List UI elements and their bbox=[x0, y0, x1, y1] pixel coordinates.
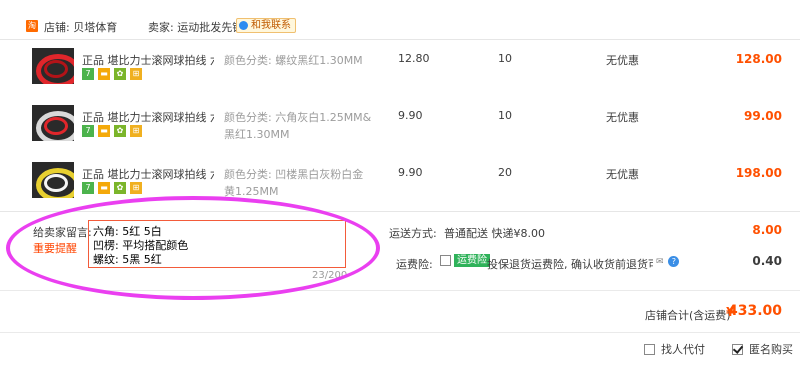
order-item: 正品 堪比力士滚网球拍线 六棱... 7 ▬ ✿ ⊞ 颜色分类: 凹楼黑白灰粉白金黄1… bbox=[0, 154, 800, 211]
seller-name[interactable]: 卖家: 运动批发先锋 bbox=[148, 19, 243, 35]
message-char-count: 23/200 bbox=[312, 270, 348, 281]
options-divider bbox=[0, 332, 800, 333]
insurance-info: ✉ ? bbox=[656, 256, 680, 267]
message-line: 螺纹: 5黑 5红 bbox=[93, 253, 162, 266]
total-divider bbox=[0, 290, 800, 291]
message-icon[interactable]: ✉ bbox=[656, 257, 664, 267]
product-title[interactable]: 正品 堪比力士滚网球拍线 六棱... bbox=[82, 109, 214, 125]
unit-price: 12.80 bbox=[398, 52, 430, 65]
promotion: 无优惠 bbox=[606, 111, 639, 124]
unit-price: 9.90 bbox=[398, 166, 423, 179]
product-title[interactable]: 正品 堪比力士滚网球拍线 六棱... bbox=[82, 166, 214, 182]
message-line: 凹楞: 平均搭配颜色 bbox=[93, 239, 189, 252]
product-thumbnail[interactable] bbox=[32, 105, 74, 141]
insurance-checkbox[interactable] bbox=[440, 255, 451, 266]
item-subtotal: 128.00 bbox=[735, 52, 782, 66]
product-sku: 颜色分类: 螺纹黑红1.30MM bbox=[224, 54, 363, 67]
proxy-pay-label: 找人代付 bbox=[661, 343, 705, 356]
message-label: 给卖家留言: bbox=[33, 226, 92, 239]
proxy-pay-checkbox[interactable] bbox=[644, 344, 655, 355]
leaf-icon[interactable]: ✿ bbox=[114, 125, 126, 137]
shipping-fee: 8.00 bbox=[752, 223, 782, 237]
shipping-method[interactable]: 普通配送 快递¥8.00 bbox=[444, 225, 545, 241]
insurance-tag: 运费险 bbox=[454, 254, 490, 267]
shop-total-value: 433.00 bbox=[727, 303, 782, 319]
proxy-pay-option[interactable]: 找人代付 bbox=[644, 341, 705, 357]
anonymous-label: 匿名购买 bbox=[749, 343, 793, 356]
chat-icon bbox=[239, 21, 248, 30]
product-thumbnail[interactable] bbox=[32, 48, 74, 84]
shop-logo-icon: 淘 bbox=[26, 20, 38, 32]
section-divider bbox=[0, 211, 800, 212]
shield-icon[interactable]: ⊞ bbox=[130, 182, 142, 194]
leaf-icon[interactable]: ✿ bbox=[114, 182, 126, 194]
shield-icon[interactable]: ⊞ bbox=[130, 68, 142, 80]
service-badges: 7 ▬ ✿ ⊞ bbox=[82, 182, 146, 194]
credit-card-icon[interactable]: ▬ bbox=[98, 182, 110, 194]
product-title[interactable]: 正品 堪比力士滚网球拍线 六棱... bbox=[82, 52, 214, 68]
important-reminder: 重要提醒 bbox=[33, 242, 77, 255]
insurance-label: 运费险: bbox=[396, 258, 433, 271]
seven-day-return-icon[interactable]: 7 bbox=[82, 182, 94, 194]
shipping-label: 运送方式: bbox=[389, 227, 437, 240]
anonymous-checkbox[interactable] bbox=[732, 344, 743, 355]
seven-day-return-icon[interactable]: 7 bbox=[82, 125, 94, 137]
seven-day-return-icon[interactable]: 7 bbox=[82, 68, 94, 80]
quantity: 20 bbox=[498, 166, 512, 179]
seller-message-textarea[interactable]: 六角: 5红 5白 凹楞: 平均搭配颜色 螺纹: 5黑 5红 bbox=[88, 220, 346, 268]
credit-card-icon[interactable]: ▬ bbox=[98, 68, 110, 80]
service-badges: 7 ▬ ✿ ⊞ bbox=[82, 68, 146, 80]
shop-total-label: 店铺合计(含运费) bbox=[645, 309, 731, 322]
shop-name[interactable]: 店铺: 贝塔体育 bbox=[44, 19, 117, 35]
service-badges: 7 ▬ ✿ ⊞ bbox=[82, 125, 146, 137]
promotion: 无优惠 bbox=[606, 168, 639, 181]
help-icon[interactable]: ? bbox=[668, 256, 680, 267]
contact-seller-label: 和我联系 bbox=[251, 20, 291, 31]
message-line: 六角: 5红 5白 bbox=[93, 225, 162, 238]
leaf-icon[interactable]: ✿ bbox=[114, 68, 126, 80]
item-subtotal: 198.00 bbox=[735, 166, 782, 180]
anonymous-option[interactable]: 匿名购买 bbox=[732, 341, 793, 357]
insurance-fee: 0.40 bbox=[752, 254, 782, 268]
shield-icon[interactable]: ⊞ bbox=[130, 125, 142, 137]
order-item: 正品 堪比力士滚网球拍线 六棱... 7 ▬ ✿ ⊞ 颜色分类: 螺纹黑红1.30MM… bbox=[0, 40, 800, 97]
credit-card-icon[interactable]: ▬ bbox=[98, 125, 110, 137]
promotion: 无优惠 bbox=[606, 54, 639, 67]
quantity: 10 bbox=[498, 52, 512, 65]
item-subtotal: 99.00 bbox=[744, 109, 782, 123]
order-item: 正品 堪比力士滚网球拍线 六棱... 7 ▬ ✿ ⊞ 颜色分类: 六角灰白1.25MM… bbox=[0, 97, 800, 154]
insurance-description: 投保退货运费险, 确认收货前退货可赔... bbox=[487, 258, 653, 271]
product-sku: 颜色分类: 六角灰白1.25MM&黑红1.30MM bbox=[224, 111, 372, 141]
contact-seller-button[interactable]: 和我联系 bbox=[236, 18, 296, 33]
product-thumbnail[interactable] bbox=[32, 162, 74, 198]
quantity: 10 bbox=[498, 109, 512, 122]
order-items: 正品 堪比力士滚网球拍线 六棱... 7 ▬ ✿ ⊞ 颜色分类: 螺纹黑红1.30MM… bbox=[0, 40, 800, 212]
shop-header: 淘 店铺: 贝塔体育 卖家: 运动批发先锋 和我联系 bbox=[0, 0, 800, 40]
unit-price: 9.90 bbox=[398, 109, 423, 122]
product-sku: 颜色分类: 凹楼黑白灰粉白金黄1.25MM bbox=[224, 168, 364, 198]
